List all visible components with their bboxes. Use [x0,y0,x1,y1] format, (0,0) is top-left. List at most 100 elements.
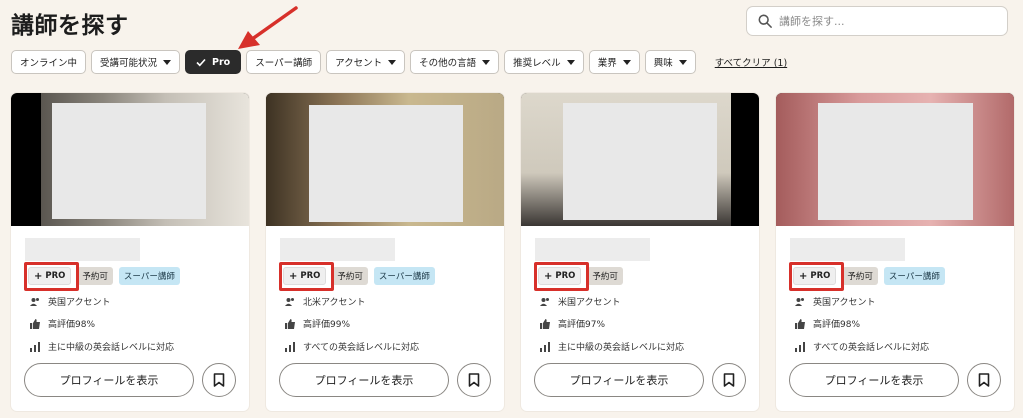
tutor-card: + PRO 予約可 米国アクセント 高評価97% 主に中級の英会話レベルに対応 プ… [521,93,759,411]
red-arrow-annotation [238,6,298,49]
filter-label: 業界 [597,58,617,69]
tutor-name-redacted [535,238,650,261]
filter-label: Pro [212,56,231,68]
pro-highlight-box [24,262,79,291]
tutor-card: + PRO 予約可 スーパー講師 英国アクセント 高評価98% すべての英会話レベ… [776,93,1014,411]
thumbs-up-icon [540,318,550,329]
rating-label: 高評価99% [303,320,351,330]
caret-down-icon [678,59,687,65]
accent-label: 英国アクセント [813,298,876,308]
rating-info: 高評価98% [795,317,860,330]
bookmark-button[interactable] [712,363,746,397]
rating-label: 高評価98% [48,320,96,330]
super-tutor-badge: スーパー講師 [883,267,945,285]
filter-industry[interactable]: 業界 [588,50,640,74]
rating-label: 高評価98% [813,320,861,330]
tutor-name-redacted [25,238,140,261]
tutor-video-thumbnail[interactable] [266,93,504,226]
level-label: 主に中級の英会話レベルに対応 [48,343,175,353]
tutor-video-thumbnail[interactable] [776,93,1014,226]
bookable-badge: 予約可 [332,267,368,285]
super-tutor-badge: スーパー講師 [373,267,435,285]
view-profile-button[interactable]: プロフィールを表示 [789,363,959,397]
accent-info: 英国アクセント [795,295,876,308]
filter-label: オンライン中 [20,58,78,69]
level-label: すべての英会話レベルに対応 [813,343,930,353]
accent-label: 米国アクセント [558,298,621,308]
pro-highlight-box [789,262,844,291]
caret-down-icon [566,59,575,65]
thumbs-up-icon [795,318,805,329]
accent-info: 英国アクセント [30,295,111,308]
filter-super-tutor[interactable]: スーパー講師 [246,50,322,74]
level-label: すべての英会話レベルに対応 [303,343,420,353]
filter-label: スーパー講師 [255,58,313,69]
rating-info: 高評価97% [540,317,605,330]
bar-chart-icon [540,341,550,352]
bookmark-icon [723,373,735,387]
caret-down-icon [482,59,491,65]
filter-online[interactable]: オンライン中 [11,50,87,74]
accent-label: 英国アクセント [48,298,111,308]
bookmark-icon [978,373,990,387]
people-icon [285,297,294,306]
filter-other-languages[interactable]: その他の言語 [410,50,500,74]
level-info: 主に中級の英会話レベルに対応 [30,340,174,353]
people-icon [540,297,549,306]
bookmark-button[interactable] [457,363,491,397]
filter-label: 受講可能状況 [100,58,158,69]
filter-availability[interactable]: 受講可能状況 [91,50,181,74]
search-input[interactable] [779,14,999,28]
bookmark-icon [468,373,480,387]
rating-info: 高評価98% [30,317,95,330]
tutor-name-redacted [280,238,395,261]
tutor-card: + PRO 予約可 スーパー講師 英国アクセント 高評価98% 主に中級の英会話レ… [11,93,249,411]
filter-bar: オンライン中 受講可能状況 Pro スーパー講師 アクセント その他の言語 推奨… [11,50,787,74]
filter-pro[interactable]: Pro [185,50,242,74]
tutor-card-list: + PRO 予約可 スーパー講師 英国アクセント 高評価98% 主に中級の英会話レ… [11,93,1014,411]
level-label: 主に中級の英会話レベルに対応 [558,343,685,353]
tutor-name-redacted [790,238,905,261]
bookable-badge: 予約可 [77,267,113,285]
search-box[interactable] [746,6,1008,36]
bookmark-button[interactable] [202,363,236,397]
clear-all-link[interactable]: すべてクリア (1) [715,55,787,69]
caret-down-icon [163,59,172,65]
accent-label: 北米アクセント [303,298,366,308]
view-profile-button[interactable]: プロフィールを表示 [24,363,194,397]
face-blur [563,103,717,220]
filter-interests[interactable]: 興味 [644,50,696,74]
search-icon [758,14,772,28]
bookmark-button[interactable] [967,363,1001,397]
filter-accent[interactable]: アクセント [326,50,406,74]
tutor-video-thumbnail[interactable] [11,93,249,226]
caret-down-icon [388,59,397,65]
accent-info: 米国アクセント [540,295,621,308]
pro-highlight-box [534,262,589,291]
filter-recommended-level[interactable]: 推奨レベル [504,50,584,74]
accent-info: 北米アクセント [285,295,366,308]
view-profile-button[interactable]: プロフィールを表示 [279,363,449,397]
filter-label: 興味 [653,58,673,69]
level-info: すべての英会話レベルに対応 [285,340,419,353]
level-info: 主に中級の英会話レベルに対応 [540,340,684,353]
checkmark-icon [196,58,206,66]
level-info: すべての英会話レベルに対応 [795,340,929,353]
pro-highlight-box [279,262,334,291]
face-blur [309,105,463,222]
face-blur [52,103,206,219]
tutor-video-thumbnail[interactable] [521,93,759,226]
people-icon [795,297,804,306]
bookable-badge: 予約可 [587,267,623,285]
caret-down-icon [622,59,631,65]
super-tutor-badge: スーパー講師 [118,267,180,285]
thumbs-up-icon [285,318,295,329]
page-title: 講師を探す [11,13,129,39]
thumbs-up-icon [30,318,40,329]
filter-label: 推奨レベル [513,58,561,69]
rating-label: 高評価97% [558,320,606,330]
bar-chart-icon [795,341,805,352]
filter-label: アクセント [335,58,383,69]
bar-chart-icon [30,341,40,352]
view-profile-button[interactable]: プロフィールを表示 [534,363,704,397]
